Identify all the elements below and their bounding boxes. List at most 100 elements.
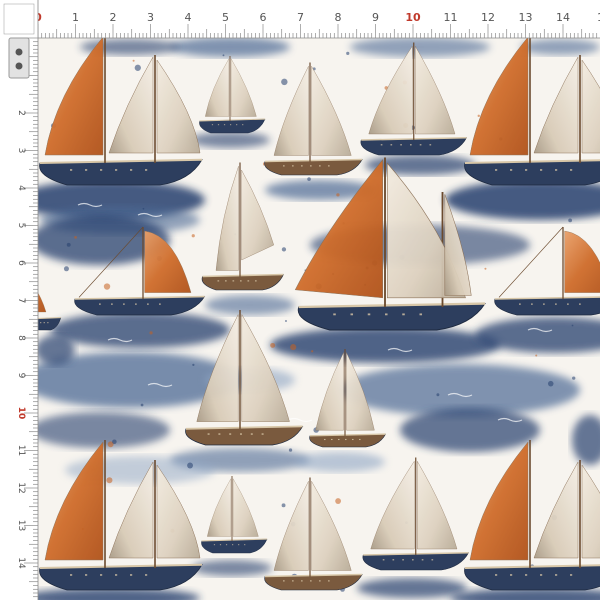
porthole [70, 169, 73, 171]
left-ruler-label: 12 [16, 482, 26, 493]
water-wash [30, 412, 170, 448]
porthole [319, 580, 321, 582]
top-ruler: 012345678910111213141 [0, 0, 600, 39]
paint-dot [140, 403, 144, 407]
porthole [495, 169, 498, 171]
pattern-area [15, 35, 600, 600]
porthole [283, 580, 285, 582]
porthole [525, 169, 528, 171]
paint-dot [335, 498, 342, 504]
top-ruler-label: 9 [372, 11, 379, 24]
water-wash [520, 39, 600, 55]
fabric-preview: 012345678910111213141 123456789101112131… [0, 0, 600, 600]
porthole [319, 165, 321, 167]
left-ruler: 1234567891011121314 [0, 0, 39, 600]
porthole [570, 169, 573, 171]
top-ruler-label: 12 [481, 11, 495, 24]
paint-dot [132, 59, 135, 62]
porthole [219, 544, 222, 546]
porthole [531, 303, 533, 305]
porthole [255, 280, 257, 282]
porthole [359, 438, 361, 441]
water-wash [192, 560, 272, 576]
porthole [419, 144, 422, 146]
porthole [301, 580, 303, 582]
porthole [345, 438, 347, 441]
porthole [310, 580, 312, 582]
porthole [419, 313, 423, 316]
porthole [238, 544, 240, 546]
water-wash [295, 452, 385, 472]
porthole [495, 574, 498, 576]
water-wash [190, 132, 270, 148]
porthole [85, 169, 88, 171]
clip-hole-icon [15, 48, 23, 56]
water-wash [270, 327, 500, 363]
top-ruler-label: 4 [185, 11, 192, 24]
left-ruler-label: 10 [16, 407, 26, 420]
porthole [217, 280, 220, 282]
porthole [100, 574, 103, 576]
porthole [242, 124, 244, 126]
paint-dot [270, 342, 276, 348]
top-ruler-label: 8 [335, 11, 342, 24]
porthole [510, 574, 513, 576]
paint-dot [281, 78, 288, 86]
left-ruler-label: 13 [16, 520, 26, 531]
paint-dot [134, 64, 141, 71]
water-wash [170, 37, 290, 57]
paint-dot [281, 503, 286, 508]
paint-dot [191, 234, 195, 238]
porthole [292, 165, 294, 167]
porthole [232, 544, 234, 546]
porthole [328, 165, 330, 167]
porthole [367, 313, 371, 316]
paint-dot [571, 324, 574, 327]
left-ruler-label: 7 [16, 298, 26, 304]
paint-dot [222, 54, 225, 57]
paint-dot [346, 51, 350, 55]
porthole [115, 574, 118, 576]
porthole [555, 169, 558, 171]
left-ruler-label: 8 [16, 335, 26, 341]
paint-dot [535, 354, 538, 357]
porthole [310, 165, 312, 167]
top-ruler-label: 2 [110, 11, 117, 24]
porthole [385, 313, 388, 316]
porthole [400, 144, 402, 146]
porthole [225, 280, 227, 282]
top-ruler-label: 7 [297, 11, 304, 24]
porthole [570, 574, 573, 576]
porthole [145, 574, 148, 576]
left-ruler-label: 9 [16, 373, 26, 379]
porthole [350, 313, 354, 316]
left-ruler-label: 2 [16, 110, 26, 116]
top-ruler-label: 1 [72, 11, 79, 24]
top-ruler-label: 6 [260, 11, 267, 24]
paint-dot [192, 363, 195, 367]
paint-dot [106, 477, 113, 484]
porthole [159, 303, 161, 305]
porthole [130, 169, 133, 171]
porthole [410, 144, 412, 146]
water-wash [35, 335, 75, 365]
porthole [338, 438, 340, 441]
paint-dot [284, 320, 287, 323]
porthole [579, 303, 581, 305]
porthole [567, 303, 569, 305]
porthole [324, 438, 326, 441]
top-ruler-label: 3 [147, 11, 154, 24]
paint-dot [74, 236, 77, 239]
paint-dot [572, 376, 576, 380]
water-wash [357, 578, 467, 598]
left-ruler-label: 3 [16, 148, 26, 154]
porthole [421, 559, 424, 561]
paint-dot [336, 193, 340, 197]
water-wash [50, 312, 230, 348]
porthole [555, 574, 558, 576]
top-ruler-label: 13 [519, 11, 533, 24]
porthole [261, 433, 264, 435]
paint-dot [307, 177, 311, 181]
top-ruler-label: 10 [405, 11, 421, 24]
paint-dot [149, 331, 153, 335]
